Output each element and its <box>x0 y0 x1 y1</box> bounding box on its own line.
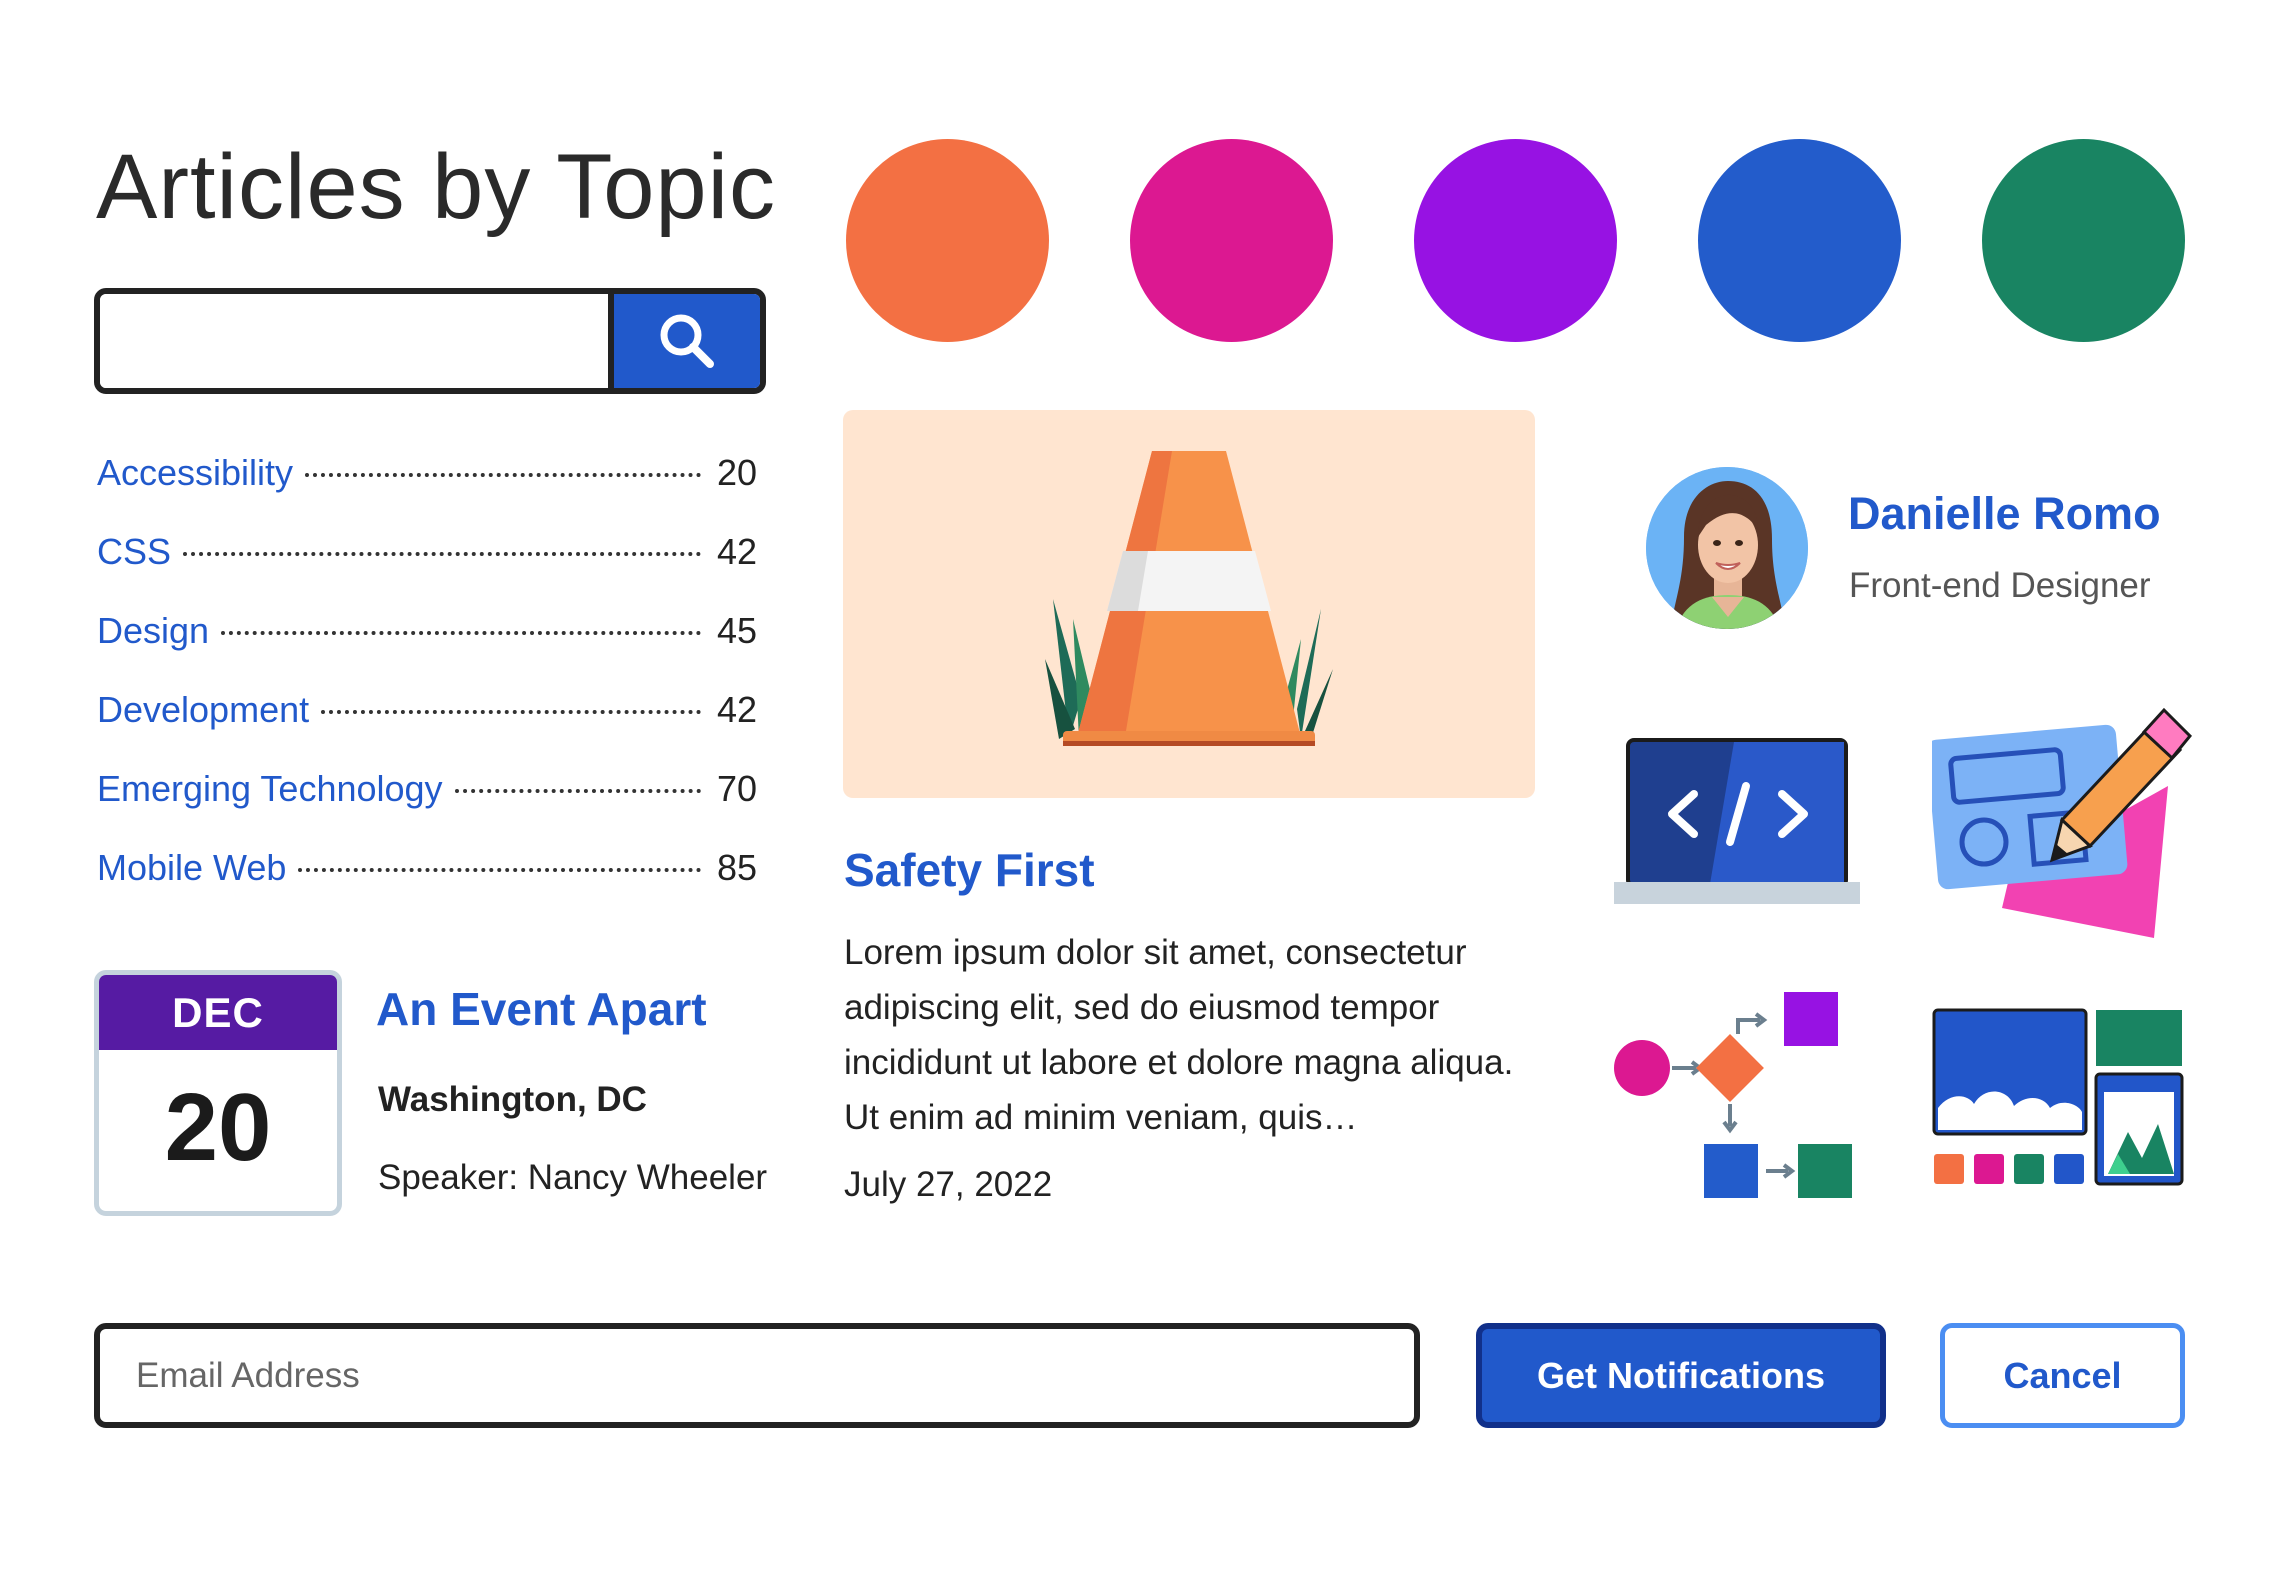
topic-link-emerging-technology[interactable]: Emerging Technology <box>97 768 443 810</box>
topic-link-design[interactable]: Design <box>97 610 209 652</box>
topic-link-css[interactable]: CSS <box>97 531 171 573</box>
cancel-button[interactable]: Cancel <box>1940 1323 2185 1428</box>
topic-count: 20 <box>716 452 757 493</box>
calendar-day: 20 <box>164 1074 272 1181</box>
color-swatch-orange <box>846 139 1049 342</box>
color-swatch-magenta <box>1130 139 1333 342</box>
event-speaker: Speaker: Nancy Wheeler <box>378 1158 768 1197</box>
person-avatar-icon <box>1646 467 1808 629</box>
dot-leader <box>183 552 701 556</box>
flowchart-icon <box>1614 992 1852 1198</box>
color-swatch-blue <box>1698 139 1901 342</box>
topic-row: Accessibility 20 <box>97 452 757 531</box>
event-title-link[interactable]: An Event Apart <box>376 982 707 1036</box>
email-field[interactable] <box>94 1323 1420 1428</box>
topic-row: CSS 42 <box>97 531 757 610</box>
dot-leader <box>321 710 701 714</box>
search-bar <box>94 288 766 394</box>
dot-leader <box>305 473 701 477</box>
color-swatch-purple <box>1414 139 1617 342</box>
article-excerpt: Lorem ipsum dolor sit amet, consectetur … <box>844 933 1514 1137</box>
get-notifications-button[interactable]: Get Notifications <box>1476 1323 1886 1428</box>
topic-link-development[interactable]: Development <box>97 689 309 731</box>
layout-grid-icon <box>1932 1008 2184 1186</box>
search-input[interactable] <box>100 294 608 388</box>
profile-name-link[interactable]: Danielle Romo <box>1848 488 2161 540</box>
profile-role: Front-end Designer <box>1849 566 2151 605</box>
article-date: July 27, 2022 <box>844 1165 1053 1204</box>
topic-count: 85 <box>716 847 757 888</box>
event-location: Washington, DC <box>378 1080 647 1119</box>
topic-row: Mobile Web 85 <box>97 847 757 926</box>
article-title-link[interactable]: Safety First <box>844 843 1095 897</box>
design-pencil-icon <box>1932 707 2192 938</box>
topic-row: Emerging Technology 70 <box>97 768 757 847</box>
topic-link-mobile-web[interactable]: Mobile Web <box>97 847 286 889</box>
dot-leader <box>454 789 701 793</box>
page-title: Articles by Topic <box>96 136 777 238</box>
topic-list: Accessibility 20 CSS 42 Design 45 Develo… <box>97 452 757 926</box>
dot-leader <box>221 631 701 635</box>
topic-link-accessibility[interactable]: Accessibility <box>97 452 293 494</box>
topic-count: 45 <box>716 610 757 651</box>
traffic-cone-icon <box>1045 451 1333 746</box>
topic-count: 70 <box>716 768 757 809</box>
code-laptop-icon <box>1614 738 1860 904</box>
topic-count: 42 <box>716 531 757 572</box>
calendar-month: DEC <box>99 975 337 1050</box>
search-button[interactable] <box>608 294 760 388</box>
calendar-badge: DEC 20 <box>94 970 342 1216</box>
avatar <box>1646 467 1808 629</box>
article-image <box>843 410 1535 798</box>
topic-count: 42 <box>716 689 757 730</box>
search-icon <box>660 314 714 368</box>
topic-row: Development 42 <box>97 689 757 768</box>
dot-leader <box>298 868 701 872</box>
color-swatch-green <box>1982 139 2185 342</box>
topic-row: Design 45 <box>97 610 757 689</box>
